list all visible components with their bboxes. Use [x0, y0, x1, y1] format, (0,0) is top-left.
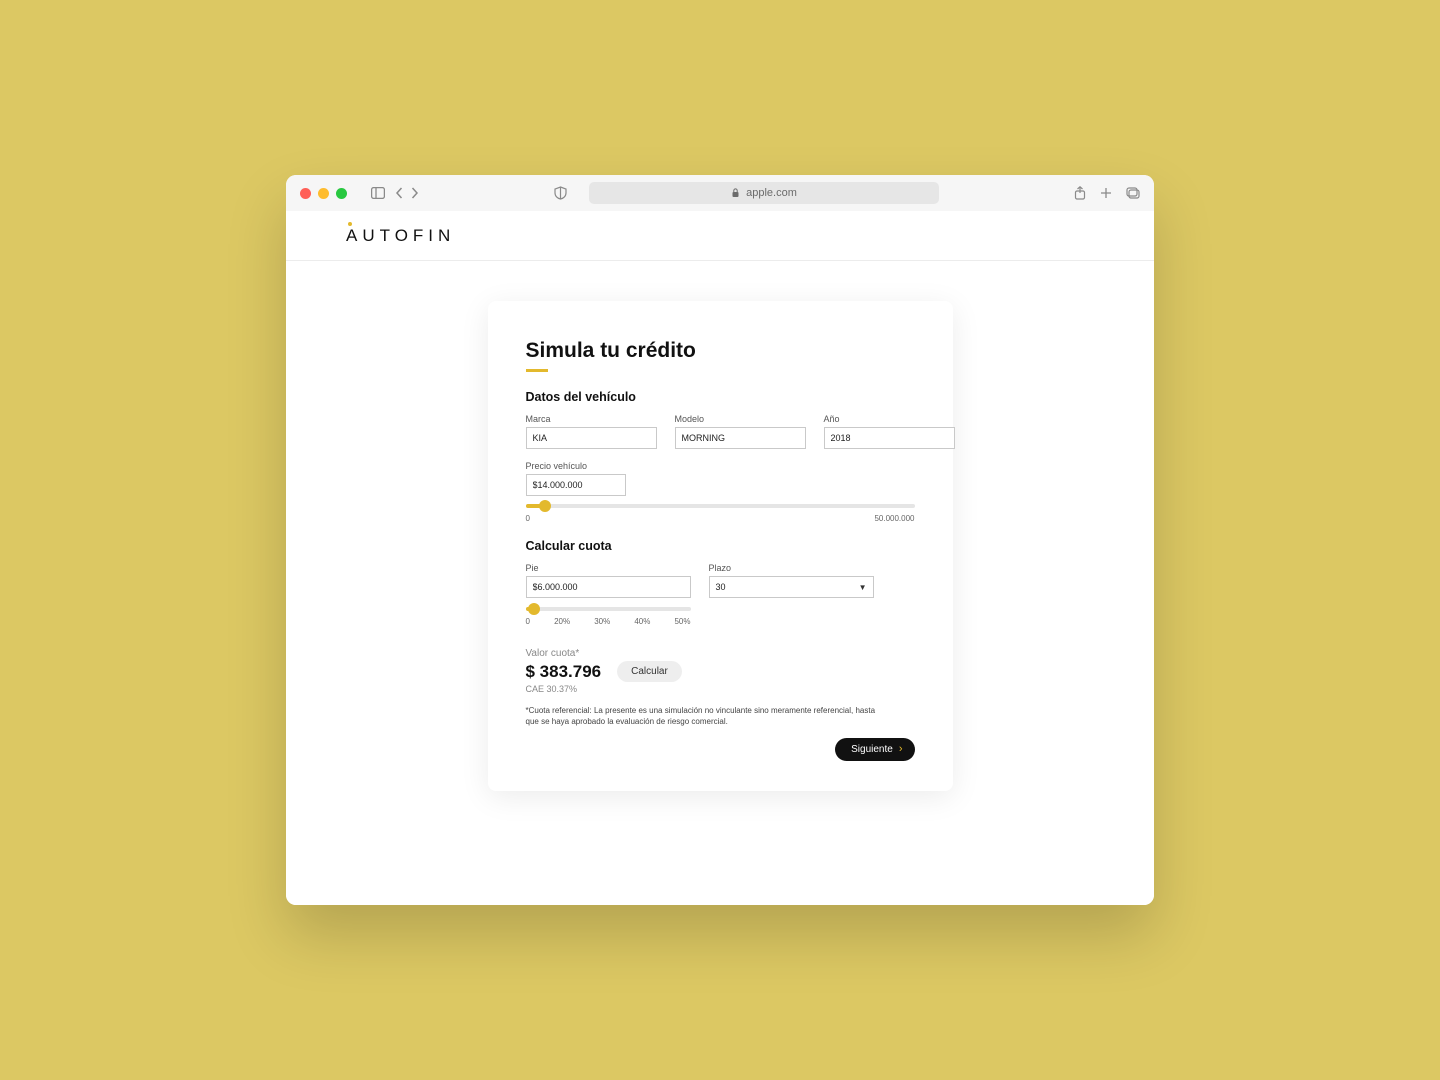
precio-min-label: 0	[526, 514, 530, 523]
precio-input[interactable]	[526, 474, 626, 496]
page-viewport: AUTOFIN Simula tu crédito Datos del vehí…	[286, 211, 1154, 905]
brand-logo[interactable]: AUTOFIN	[346, 226, 455, 246]
plazo-selected-value: 30	[716, 582, 726, 592]
pie-input[interactable]	[526, 576, 691, 598]
field-plazo: Plazo 30 ▼	[709, 563, 874, 626]
pie-slider-thumb[interactable]	[528, 603, 540, 615]
precio-slider-thumb[interactable]	[539, 500, 551, 512]
pie-tick: 20%	[554, 617, 570, 626]
window-controls	[300, 188, 347, 199]
forward-button[interactable]	[410, 187, 419, 199]
close-window-button[interactable]	[300, 188, 311, 199]
pie-tick: 50%	[674, 617, 690, 626]
title-accent-underline	[526, 369, 548, 372]
minimize-window-button[interactable]	[318, 188, 329, 199]
privacy-shield-icon[interactable]	[554, 186, 567, 200]
simulator-card: Simula tu crédito Datos del vehículo Mar…	[488, 301, 953, 791]
field-precio: Precio vehículo	[526, 461, 626, 496]
browser-chrome: apple.com	[286, 175, 1154, 211]
ano-label: Año	[824, 414, 955, 424]
modelo-label: Modelo	[675, 414, 806, 424]
plazo-label: Plazo	[709, 563, 874, 573]
result-amount: $ 383.796	[526, 662, 602, 682]
new-tab-button[interactable]	[1100, 187, 1112, 199]
chevron-down-icon: ▼	[859, 583, 867, 592]
calculate-button[interactable]: Calcular	[617, 661, 682, 682]
pie-tick: 0	[526, 617, 530, 626]
disclaimer-text: *Cuota referencial: La presente es una s…	[526, 706, 886, 728]
pie-slider[interactable]: 0 20% 30% 40% 50%	[526, 607, 691, 626]
result-label: Valor cuota*	[526, 648, 915, 659]
modelo-input[interactable]	[675, 427, 806, 449]
pie-tick: 40%	[634, 617, 650, 626]
field-marca: Marca	[526, 414, 657, 449]
card-title: Simula tu crédito	[526, 339, 915, 363]
address-bar[interactable]: apple.com	[589, 182, 939, 204]
ano-input[interactable]	[824, 427, 955, 449]
brand-logo-text: AUTOFIN	[346, 226, 455, 245]
section-vehicle-title: Datos del vehículo	[526, 390, 915, 404]
pie-tick: 30%	[594, 617, 610, 626]
sidebar-toggle-icon[interactable]	[371, 187, 385, 199]
precio-label: Precio vehículo	[526, 461, 626, 471]
section-cuota-title: Calcular cuota	[526, 539, 915, 553]
pie-label: Pie	[526, 563, 691, 573]
chevron-right-icon: ›	[899, 744, 903, 755]
address-bar-url: apple.com	[746, 187, 797, 199]
lock-icon	[731, 188, 740, 198]
marca-input[interactable]	[526, 427, 657, 449]
field-modelo: Modelo	[675, 414, 806, 449]
tab-overview-icon[interactable]	[1126, 187, 1140, 199]
next-button-label: Siguiente	[851, 744, 893, 755]
back-button[interactable]	[395, 187, 404, 199]
precio-max-label: 50.000.000	[874, 514, 914, 523]
next-button[interactable]: Siguiente ›	[835, 738, 914, 761]
site-header: AUTOFIN	[286, 211, 1154, 261]
field-pie: Pie 0 20% 30% 40% 50%	[526, 563, 691, 626]
browser-window: apple.com AUTOFIN Simula tu crédito	[286, 175, 1154, 905]
marca-label: Marca	[526, 414, 657, 424]
plazo-select[interactable]: 30 ▼	[709, 576, 874, 598]
brand-accent-dot	[348, 222, 352, 226]
precio-slider[interactable]: 0 50.000.000	[526, 504, 915, 523]
field-ano: Año	[824, 414, 955, 449]
maximize-window-button[interactable]	[336, 188, 347, 199]
cae-text: CAE 30.37%	[526, 684, 915, 694]
share-icon[interactable]	[1074, 186, 1086, 200]
